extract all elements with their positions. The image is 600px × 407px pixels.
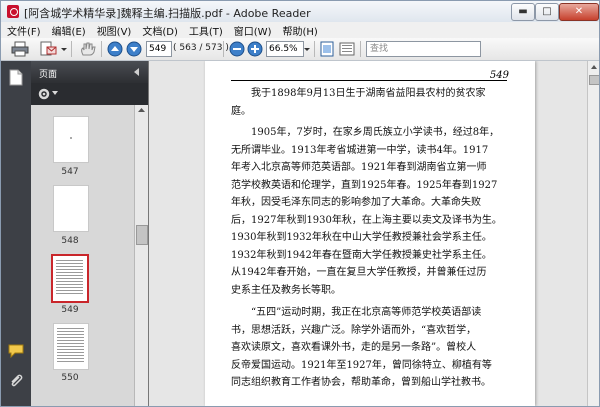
- text-line: 后，1927年秋到1930年秋，在上海主要以卖文及译书为生。: [231, 214, 502, 226]
- document-page: 549 我于1898年9月13日生于湖南省益阳县农村的贫农家 庭。 1905年，…: [205, 61, 535, 406]
- email-icon[interactable]: [39, 41, 57, 57]
- text-line: 1905年，7岁时，在家乡周氏族立小学读书，经过8年，: [251, 127, 500, 138]
- panel-header: 页面: [31, 61, 148, 83]
- comments-icon[interactable]: [8, 344, 24, 358]
- scroll-up-icon[interactable]: [589, 62, 599, 72]
- chevron-down-icon[interactable]: [61, 41, 67, 57]
- text-line: 从1942年春开始，一直在复旦大学任教授，并曾兼任过历: [231, 267, 487, 278]
- toolbar-separator: [223, 41, 224, 57]
- text-line: 史系主任及教务长等职。: [231, 284, 341, 296]
- panel-title: 页面: [39, 70, 58, 80]
- text-line: 我于1898年9月13日生于湖南省益阳县农村的贫农家: [251, 88, 486, 99]
- maximize-button[interactable]: □: [535, 3, 559, 21]
- menu-view[interactable]: 视图(V): [91, 22, 137, 38]
- thumbnail-scrollbar[interactable]: [134, 105, 148, 406]
- menu-document[interactable]: 文档(D): [136, 22, 183, 38]
- collapse-panel-icon[interactable]: [134, 68, 139, 76]
- panel-toolbar: [31, 83, 148, 105]
- navigation-sidebar: [1, 61, 31, 406]
- text-line: “五四”运动时期，我正在北京高等师范学校英语部读: [251, 307, 482, 318]
- chevron-down-icon[interactable]: [304, 41, 310, 57]
- page-thumbnail-label: 547: [61, 167, 79, 177]
- menu-edit[interactable]: 编辑(E): [46, 22, 91, 38]
- zoom-out-icon[interactable]: [229, 41, 245, 57]
- window-title: [阿含城学术精华录]魏释主编.扫描版.pdf - Adobe Reader: [24, 7, 311, 20]
- next-page-icon[interactable]: [126, 41, 142, 57]
- document-view: 549 我于1898年9月13日生于湖南省益阳县农村的贫农家 庭。 1905年，…: [149, 61, 587, 406]
- toolbar-separator: [71, 41, 72, 57]
- text-line: 同志组织教育工作者协会，帮助革命，曾到船山学社教书。: [231, 377, 491, 388]
- text-line: 1932年秋到1942年春在暨南大学任教授兼史社学系主任。: [231, 249, 492, 261]
- document-scrollbar[interactable]: [587, 61, 599, 406]
- menu-help[interactable]: 帮助(H): [276, 22, 322, 38]
- pages-panel: 页面 547 548 549 550: [31, 61, 149, 406]
- paragraph: “五四”运动时期，我正在北京高等师范学校英语部读 书，思想活跃，兴趣广泛。除学外…: [231, 304, 509, 392]
- adobe-reader-icon: [7, 5, 19, 18]
- attachment-icon[interactable]: [9, 373, 23, 389]
- gear-icon[interactable]: [37, 87, 51, 101]
- app-window: [阿含城学术精华录]魏释主编.扫描版.pdf - Adobe Reader ▬ …: [0, 0, 600, 407]
- text-line: 喜欢读原文，喜欢看课外书，走的是另一条路”。曾校人: [231, 342, 477, 353]
- toolbar-separator: [314, 41, 315, 57]
- text-line: 范学校教英语和伦理学，直到1925年春。1925年春到1927: [231, 179, 498, 191]
- page-thumbnail-label: 550: [61, 373, 79, 383]
- scroll-up-icon[interactable]: [136, 105, 147, 116]
- page-thumbnail-label: 548: [61, 236, 79, 246]
- menu-file[interactable]: 文件(F): [1, 22, 46, 38]
- text-line: 反帝爱国运动。1921年至1927年，曾同徐特立、柳植有等: [231, 359, 492, 371]
- scroll-thumb[interactable]: [136, 225, 148, 245]
- page-thumbnail[interactable]: [53, 116, 89, 163]
- fit-page-icon[interactable]: [319, 41, 335, 57]
- toolbar-separator: [360, 41, 361, 57]
- minimize-button[interactable]: ▬: [511, 3, 535, 21]
- hand-tool-icon[interactable]: [79, 41, 97, 57]
- paragraph: 1905年，7岁时，在家乡周氏族立小学读书，经过8年， 无所谓毕业。1913年考…: [231, 124, 509, 299]
- close-button[interactable]: ✕: [559, 3, 599, 21]
- zoom-in-icon[interactable]: [247, 41, 263, 57]
- toolbar: 549 ( 563 / 573 ) 66.5% 查找: [1, 38, 599, 61]
- page-thumbnail[interactable]: [53, 323, 89, 370]
- zoom-input[interactable]: 66.5%: [266, 41, 304, 57]
- menu-window[interactable]: 窗口(W): [228, 22, 277, 38]
- text-line: 1930年秋到1932年秋在中山大学任教授兼社会学系主任。: [231, 232, 492, 243]
- text-line: 年考入北京高等师范英语部。1921年春到湖南省立第一师: [231, 162, 487, 173]
- menu-bar: 文件(F) 编辑(E) 视图(V) 文档(D) 工具(T) 窗口(W) 帮助(H): [1, 22, 599, 39]
- title-bar: [阿含城学术精华录]魏释主编.扫描版.pdf - Adobe Reader ▬ …: [1, 1, 599, 22]
- page-thumbnail-selected[interactable]: [51, 254, 89, 303]
- pages-icon[interactable]: [9, 69, 23, 86]
- menu-tools[interactable]: 工具(T): [183, 22, 228, 38]
- paragraph: 我于1898年9月13日生于湖南省益阳县农村的贫农家 庭。: [231, 85, 509, 120]
- fit-width-icon[interactable]: [339, 41, 355, 57]
- text-line: 书，思想活跃，兴趣广泛。除学外语而外，“喜欢哲学，: [231, 324, 477, 336]
- text-line: 庭。: [231, 105, 251, 117]
- page-thumbnail[interactable]: [53, 185, 89, 232]
- text-line: 无所谓毕业。1913年考省城进第一中学，读书4年。1917: [231, 144, 489, 156]
- page-count: ( 563 / 573 ): [173, 43, 229, 53]
- header-rule: [231, 80, 507, 81]
- scroll-thumb[interactable]: [589, 75, 599, 85]
- page-number-input[interactable]: 549: [146, 41, 172, 57]
- chevron-down-icon[interactable]: [52, 90, 58, 96]
- thumbnail-list: 547 548 549 550: [31, 105, 134, 406]
- page-thumbnail-label: 549: [61, 305, 79, 315]
- toolbar-separator: [101, 41, 102, 57]
- text-line: 年秋，因受毛泽东同志的影响参加了大革命。大革命失败: [231, 197, 481, 208]
- print-icon[interactable]: [11, 41, 29, 57]
- search-input[interactable]: 查找: [366, 41, 481, 57]
- previous-page-icon[interactable]: [107, 41, 123, 57]
